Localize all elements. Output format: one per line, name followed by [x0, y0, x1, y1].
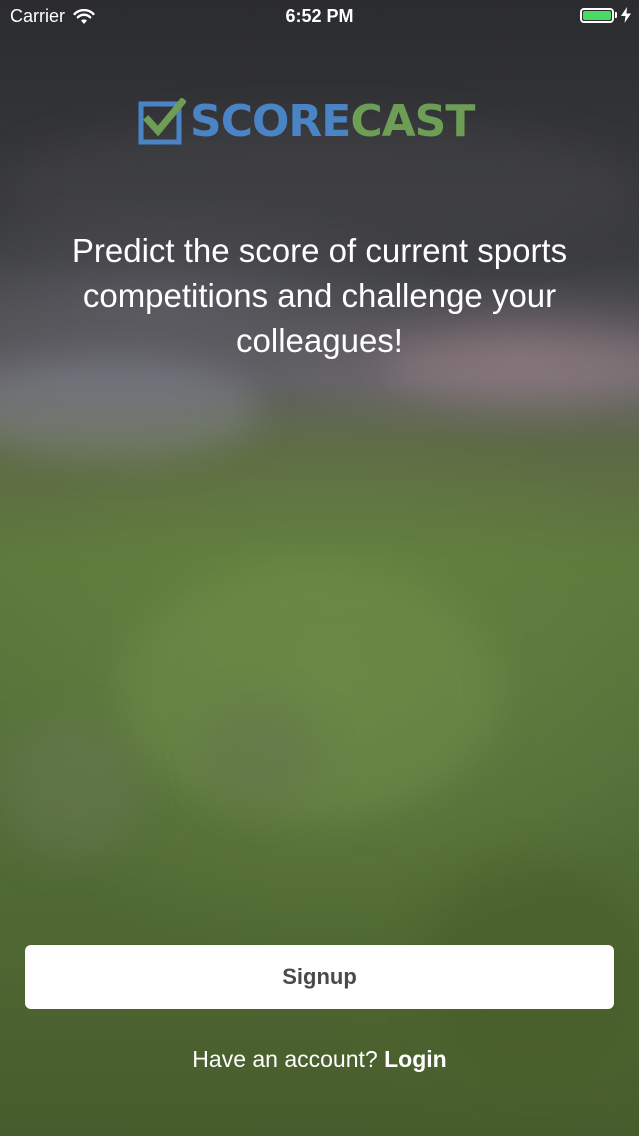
status-bar: Carrier 6:52 PM: [0, 0, 639, 34]
login-prompt: Have an account? Login: [0, 1046, 639, 1073]
logo-wordmark: SCORECAST: [190, 96, 475, 147]
login-link[interactable]: Login: [384, 1046, 447, 1072]
battery-body: [580, 7, 614, 23]
battery-nub: [615, 12, 617, 18]
scorecast-logo: SCORECAST: [138, 96, 475, 147]
status-time: 6:52 PM: [285, 6, 354, 26]
have-account-label: Have an account?: [192, 1046, 378, 1072]
battery-level-fill: [583, 10, 611, 20]
battery-charging-icon: [580, 7, 631, 23]
checkbox-checked-icon: [138, 98, 186, 145]
tagline: Predict the score of current sports comp…: [71, 232, 568, 359]
logo-text-score: SCORE: [190, 96, 351, 147]
signup-button[interactable]: Signup: [25, 945, 614, 1009]
charging-bolt-icon: [621, 7, 631, 23]
logo-text-cast: CAST: [350, 96, 475, 147]
